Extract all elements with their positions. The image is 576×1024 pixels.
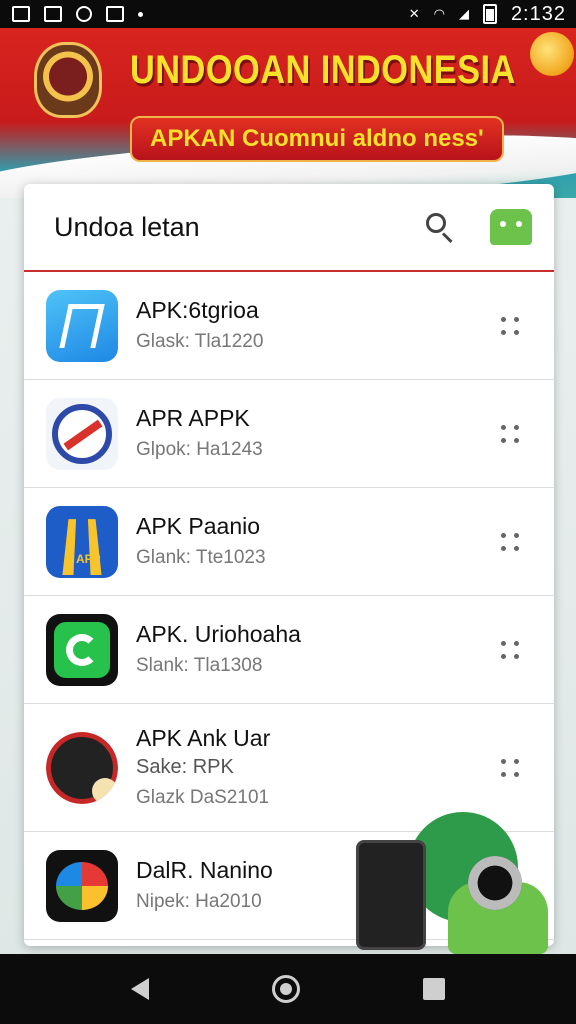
more-vert-icon-2 xyxy=(514,640,519,659)
badge-app-icon xyxy=(46,397,118,470)
status-system: ✕ ◠ ◢ 2:132 xyxy=(409,3,566,26)
camera-lens xyxy=(468,856,522,910)
back-icon[interactable] xyxy=(131,978,150,1000)
app-meta: Glazk DaS2101 xyxy=(136,786,270,808)
badge xyxy=(92,777,118,804)
banner-subtitle: APKAN Cuomnui aldno ness' xyxy=(130,116,504,162)
chart-notification-icon xyxy=(12,6,30,22)
search-icon xyxy=(426,213,446,233)
apk-mark: APP xyxy=(76,551,101,566)
more-button[interactable] xyxy=(490,414,530,454)
list-item-text: APK:6tgrioa Glask: Tla1220 xyxy=(136,295,490,357)
more-vert-icon xyxy=(501,640,506,659)
more-button[interactable] xyxy=(490,522,530,562)
list-item-text: APR APPK Glpok: Ha1243 xyxy=(136,403,490,465)
card-header: Undoa letan xyxy=(24,184,554,272)
wifi-icon: ◠ xyxy=(433,6,445,21)
list-item[interactable]: APR APPK Glpok: Ha1243 xyxy=(24,380,554,488)
more-vert-icon xyxy=(501,316,506,335)
app-meta: Glank: Tte1023 xyxy=(136,546,266,568)
status-bar: ✕ ◠ ◢ 2:132 xyxy=(0,0,576,28)
list-item-text: APK. Uriohoaha Slank: Tla1308 xyxy=(136,619,490,681)
page-title: Undoa letan xyxy=(54,211,200,242)
more-button[interactable] xyxy=(490,748,530,788)
home-icon[interactable] xyxy=(271,975,300,1003)
status-notifications xyxy=(12,6,143,22)
app-notification-icon xyxy=(106,6,124,22)
a-glyph xyxy=(59,303,105,348)
android-illustration xyxy=(348,812,558,954)
more-vert-icon xyxy=(501,532,506,551)
list-item-text: APK Paanio Glank: Tte1023 xyxy=(136,511,490,573)
app-subtitle: Sake: RPK xyxy=(136,755,234,778)
app-store-icon xyxy=(46,289,118,362)
search-button[interactable] xyxy=(420,207,460,247)
list-item[interactable]: APP APK Paanio Glank: Tte1023 xyxy=(24,488,554,596)
coin-icon xyxy=(530,32,574,76)
navigation-bar xyxy=(0,954,576,1024)
app-meta: Glask: Tla1220 xyxy=(136,330,264,352)
more-vert-icon-2 xyxy=(514,316,519,335)
more-vert-icon-2 xyxy=(514,424,519,443)
more-vert-icon-2 xyxy=(514,532,519,551)
list-item[interactable]: APK. Uriohoaha Slank: Tla1308 xyxy=(24,596,554,704)
list-item[interactable]: APK:6tgrioa Glask: Tla1220 xyxy=(24,272,554,380)
more-button[interactable] xyxy=(490,306,530,346)
promo-banner: UNDOOAN INDONESIA APKAN Cuomnui aldno ne… xyxy=(0,28,576,198)
app-meta: Slank: Tla1308 xyxy=(136,654,263,676)
app-name: APK:6tgrioa xyxy=(136,296,259,323)
banner-title: UNDOOAN INDONESIA xyxy=(130,48,516,92)
color-disc xyxy=(56,861,108,910)
dot-notification-icon xyxy=(138,11,143,17)
recent-apps-icon[interactable] xyxy=(422,978,445,1000)
phone-illustration xyxy=(356,840,426,950)
image-notification-icon xyxy=(44,6,62,22)
list-item-text: APK Ank Uar Sake: RPK Glazk DaS2101 xyxy=(136,723,490,813)
app-name: APK Paanio xyxy=(136,512,261,539)
app-name: APK Ank Uar xyxy=(136,724,271,751)
more-button[interactable] xyxy=(490,630,530,670)
mute-icon: ✕ xyxy=(408,6,420,21)
arch-app-icon: APP xyxy=(46,505,118,578)
status-time: 2:132 xyxy=(510,2,566,25)
signal-icon: ◢ xyxy=(458,6,469,21)
more-vert-icon-2 xyxy=(514,758,519,777)
info-notification-icon xyxy=(76,6,92,22)
android-icon[interactable] xyxy=(490,209,532,245)
red-disc-app-icon xyxy=(46,731,118,804)
app-name: APK. Uriohoaha xyxy=(136,620,301,647)
more-vert-icon xyxy=(501,424,506,443)
battery-icon xyxy=(482,4,497,24)
colorful-app-icon xyxy=(46,849,118,922)
green-c-app-icon xyxy=(46,613,118,686)
c-glyph xyxy=(66,633,98,666)
more-vert-icon xyxy=(501,758,506,777)
search-icon-handle xyxy=(441,232,453,244)
app-meta: Glpok: Ha1243 xyxy=(136,438,263,460)
app-name: APR APPK xyxy=(136,404,250,431)
emblem-logo xyxy=(34,42,102,118)
arch xyxy=(62,518,102,575)
